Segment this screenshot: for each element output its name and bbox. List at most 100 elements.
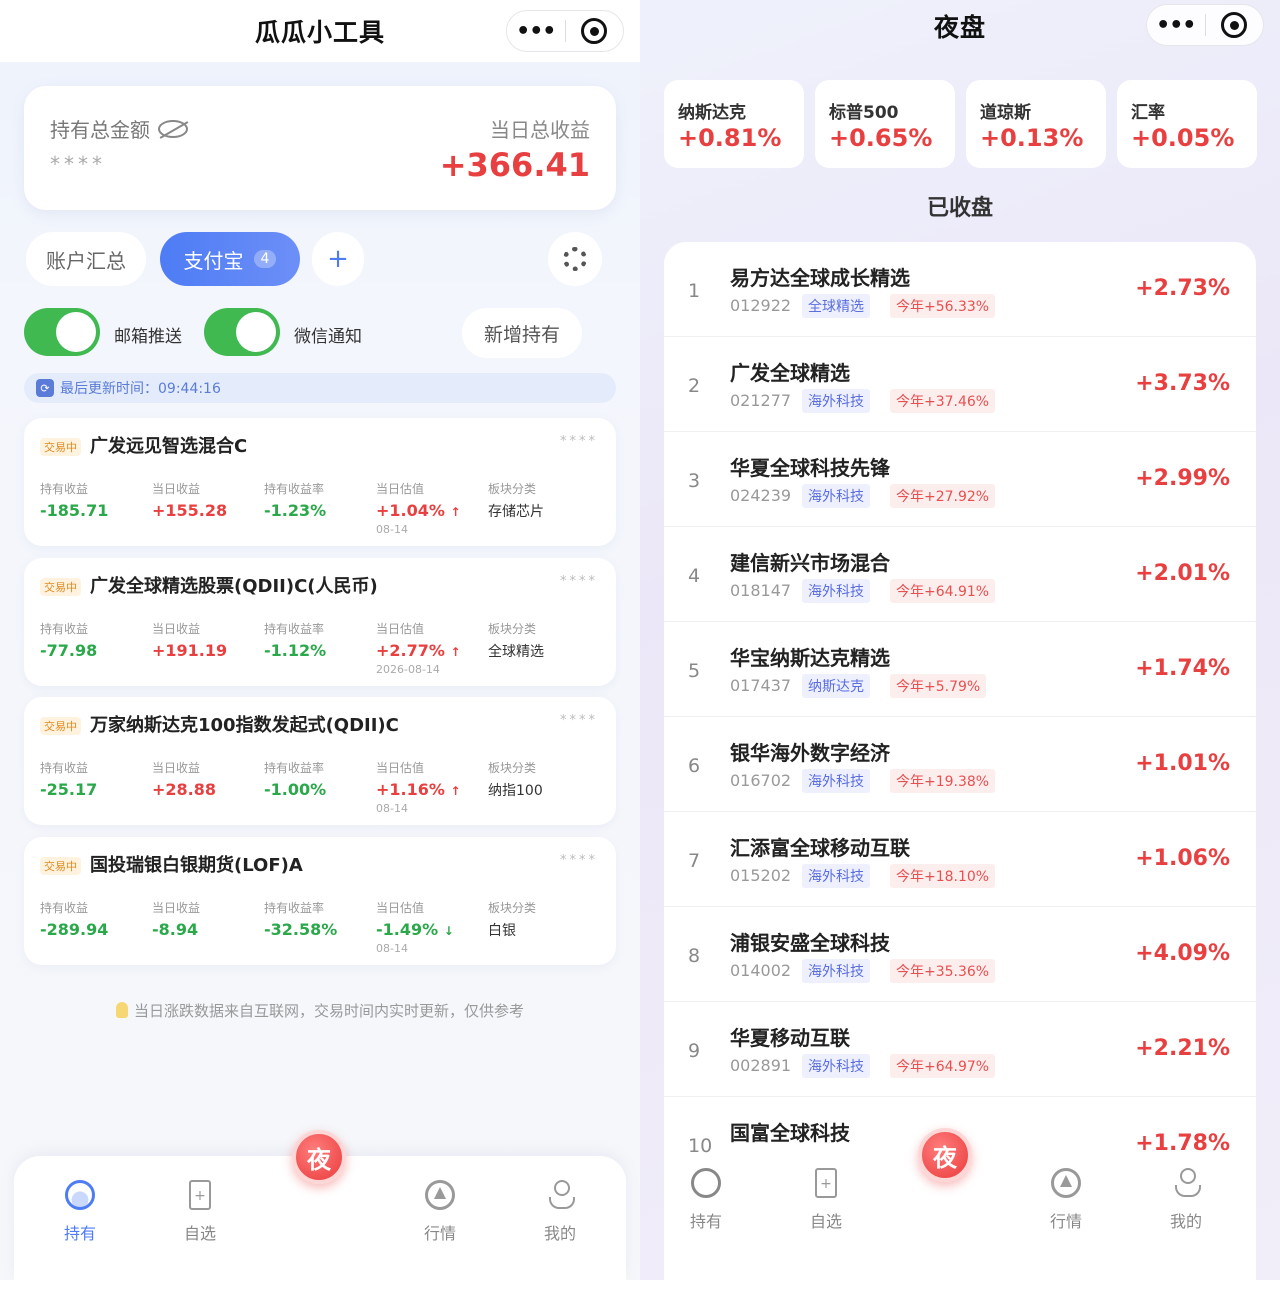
col-value: -185.71: [40, 501, 108, 520]
tab-alipay-label: 支付宝: [183, 248, 244, 273]
index-card[interactable]: 道琼斯 +0.13%: [966, 80, 1106, 168]
nav-hold[interactable]: 持有: [666, 1168, 746, 1232]
email-push-switch[interactable]: [24, 308, 100, 356]
fund-name: 汇添富全球移动互联: [730, 836, 910, 860]
category-tag: 海外科技: [802, 959, 870, 983]
add-holding-button[interactable]: 新增持有: [462, 308, 582, 358]
list-item[interactable]: 6 银华海外数字经济 +1.01% 016702 海外科技 今年+19.38%: [664, 717, 1256, 812]
col-label: 当日估值: [376, 900, 425, 915]
index-card[interactable]: 纳斯达克 +0.81%: [664, 80, 804, 168]
close-target-icon[interactable]: [565, 18, 623, 44]
night-session-button[interactable]: 夜: [292, 1130, 346, 1184]
nav-me[interactable]: 我的: [520, 1180, 600, 1244]
masked-amount: ****: [560, 852, 598, 868]
col-label: 持有收益率: [264, 621, 325, 636]
lightbulb-icon: [115, 1002, 128, 1018]
list-item[interactable]: 1 易方达全球成长精选 +2.73% 012922 全球精选 今年+56.33%: [664, 242, 1256, 337]
refresh-icon[interactable]: ⟳: [36, 379, 54, 397]
col-value: -8.94: [152, 920, 200, 939]
list-item[interactable]: 4 建信新兴市场混合 +2.01% 018147 海外科技 今年+64.91%: [664, 527, 1256, 622]
settings-button[interactable]: [548, 232, 602, 286]
list-item[interactable]: 5 华宝纳斯达克精选 +1.74% 017437 纳斯达克 今年+5.79%: [664, 622, 1256, 717]
index-card[interactable]: 汇率 +0.05%: [1117, 80, 1257, 168]
col-value: +155.28: [152, 501, 227, 520]
index-name: 纳斯达克: [678, 103, 746, 123]
list-item[interactable]: 7 汇添富全球移动互联 +1.06% 015202 海外科技 今年+18.10%: [664, 812, 1256, 907]
last-update-bar: ⟳ 最后更新时间：09:44:16: [24, 373, 616, 403]
col-label: 当日收益: [152, 900, 201, 915]
nav-market-label: 行情: [1049, 1212, 1082, 1231]
fund-name: 国投瑞银白银期货(LOF)A: [90, 854, 303, 876]
email-push-label: 邮箱推送: [114, 327, 182, 347]
change-pct: +2.21%: [1135, 1036, 1230, 1061]
fund-name: 银华海外数字经济: [730, 741, 890, 765]
nav-market[interactable]: 行情: [400, 1180, 480, 1244]
hide-eye-icon[interactable]: [158, 119, 188, 138]
fund-name: 建信新兴市场混合: [730, 551, 890, 575]
col-value: -1.49% ↓: [376, 920, 454, 939]
value-text: -8.94: [152, 919, 199, 939]
list-item[interactable]: 8 浦银安盛全球科技 +4.09% 014002 海外科技 今年+35.36%: [664, 907, 1256, 1002]
value-text: +191.19: [152, 640, 228, 660]
nav-market[interactable]: 行情: [1026, 1168, 1106, 1232]
category-tag: 海外科技: [802, 1054, 870, 1078]
nav-me[interactable]: 我的: [1146, 1168, 1226, 1232]
wechat-notify-switch[interactable]: [204, 308, 280, 356]
ytd-tag: 今年+18.10%: [890, 864, 996, 888]
rank: 4: [688, 565, 701, 587]
list-item[interactable]: 2 广发全球精选 +3.73% 021277 海外科技 今年+37.46%: [664, 337, 1256, 432]
fund-card[interactable]: 交易中 万家纳斯达克100指数发起式(QDII)C **** 持有收益 -25.…: [24, 697, 616, 825]
col-sector: 板块分类 白银: [488, 899, 536, 940]
est-date: 08-14: [376, 523, 408, 536]
col-label: 板块分类: [488, 761, 537, 775]
list-item[interactable]: 9 华夏移动互联 +2.21% 002891 海外科技 今年+64.97%: [664, 1002, 1256, 1097]
rank: 8: [688, 945, 701, 967]
nav-hold[interactable]: 持有: [40, 1180, 120, 1244]
fund-code: 015202: [730, 866, 792, 885]
list-item[interactable]: 3 华夏全球科技先锋 +2.99% 024239 海外科技 今年+27.92%: [664, 432, 1256, 527]
col-value: 白银: [488, 920, 536, 940]
more-icon[interactable]: •••: [1147, 13, 1205, 38]
col-value: -289.94: [40, 920, 108, 939]
add-account-button[interactable]: +: [312, 232, 364, 286]
col-day-est: 当日估值 +1.16% ↑ 08-14: [376, 759, 461, 815]
night-session-button[interactable]: 夜: [918, 1128, 972, 1182]
nav-me-label: 我的: [1169, 1212, 1202, 1231]
col-hold-rate: 持有收益率 -32.58%: [264, 899, 337, 939]
index-change: +0.05%: [1131, 124, 1235, 152]
ytd-tag: 今年+27.92%: [890, 484, 996, 508]
tab-account-summary[interactable]: 账户汇总: [26, 232, 146, 286]
trading-status-badge: 交易中: [40, 577, 81, 596]
col-value: -1.12%: [264, 641, 326, 660]
col-value: +1.04% ↑: [376, 501, 461, 520]
fund-card[interactable]: 交易中 广发远见智选混合C **** 持有收益 -185.71 当日收益 +15…: [24, 418, 616, 546]
daily-profit-value: +366.41: [439, 146, 590, 184]
nav-watch-label: 自选: [809, 1212, 842, 1231]
bottom-tab-bar: 持有 自选 夜 行情 我的: [14, 1130, 626, 1280]
value-text: +28.88: [152, 780, 217, 799]
watchlist-icon: [815, 1168, 837, 1198]
account-tabs: 账户汇总 支付宝 4 +: [24, 232, 616, 286]
fund-code: 002891: [730, 1056, 792, 1075]
index-card[interactable]: 标普500 +0.65%: [815, 80, 955, 168]
nav-watch[interactable]: 自选: [160, 1180, 240, 1244]
nav-bar: 夜盘 •••: [640, 0, 1280, 52]
col-hold-profit: 持有收益 -185.71: [40, 480, 108, 520]
more-icon[interactable]: •••: [507, 19, 565, 44]
value-text: 白银: [488, 922, 516, 939]
market-icon: [425, 1180, 455, 1210]
index-name: 道琼斯: [980, 103, 1031, 123]
fund-card[interactable]: 交易中 国投瑞银白银期货(LOF)A **** 持有收益 -289.94 当日收…: [24, 836, 616, 965]
nav-watch[interactable]: 自选: [786, 1168, 866, 1232]
nav-bar: 瓜瓜小工具 •••: [0, 0, 640, 62]
close-target-icon[interactable]: [1205, 12, 1263, 38]
col-hold-rate: 持有收益率 -1.00%: [264, 759, 326, 799]
est-date: 08-14: [376, 941, 408, 955]
fund-card[interactable]: 交易中 广发全球精选股票(QDII)C(人民币) **** 持有收益 -77.9…: [24, 557, 616, 686]
mini-program-capsule: •••: [1146, 4, 1264, 46]
tab-alipay[interactable]: 支付宝 4: [160, 232, 300, 286]
value-text: 纳指100: [488, 783, 543, 799]
rank: 2: [688, 375, 701, 397]
value-text: -32.58%: [264, 919, 338, 939]
col-label: 当日收益: [152, 761, 201, 775]
